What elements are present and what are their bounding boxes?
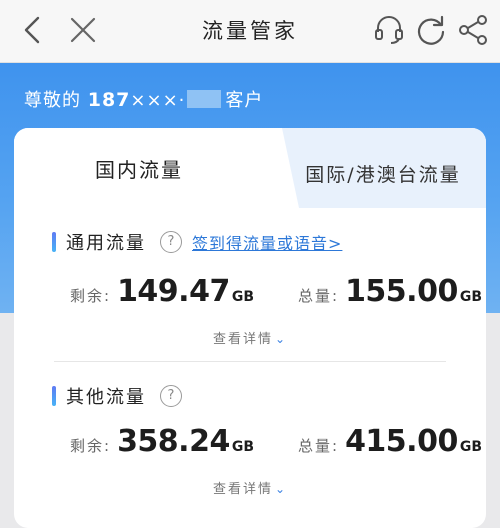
- tab-label: 国内流量: [95, 158, 183, 182]
- view-details-other[interactable]: 查看详情 ⌄: [14, 478, 486, 497]
- remaining-unit: GB: [231, 289, 255, 305]
- checkin-promo-link[interactable]: 签到得流量或语音>: [192, 230, 342, 254]
- chevron-down-icon: ⌄: [274, 332, 288, 346]
- headset-icon[interactable]: [372, 13, 406, 47]
- tab-bar: 国际/港澳台流量 国内流量: [14, 128, 486, 208]
- remaining-value: 149.47: [117, 274, 230, 309]
- customer-greeting: 尊敬的 187×××· 客户: [24, 86, 263, 112]
- greeting-prefix: 尊敬的: [24, 90, 81, 111]
- help-icon[interactable]: ?: [160, 385, 182, 407]
- total-value: 155.00: [345, 274, 458, 309]
- total-unit: GB: [459, 439, 483, 455]
- total-other: 总量: 415.00 GB: [298, 424, 482, 459]
- remaining-unit: GB: [231, 439, 255, 455]
- section-title: 其他流量: [66, 387, 146, 408]
- refresh-icon[interactable]: [414, 13, 448, 47]
- remaining-label: 剩余:: [70, 437, 112, 455]
- data-usage-card: 国际/港澳台流量 国内流量 通用流量 ? 签到得流量或语音> 剩余: 149.47…: [14, 128, 486, 528]
- help-icon[interactable]: ?: [160, 231, 182, 253]
- remaining-value: 358.24: [117, 424, 230, 459]
- total-general: 总量: 155.00 GB: [298, 274, 482, 309]
- top-nav-bar: 流量管家: [0, 0, 500, 63]
- remaining-label: 剩余:: [70, 287, 112, 305]
- greeting-suffix: 客户: [225, 90, 264, 111]
- share-icon[interactable]: [456, 13, 490, 47]
- chevron-down-icon: ⌄: [274, 482, 288, 496]
- view-details-general[interactable]: 查看详情 ⌄: [14, 328, 486, 347]
- total-unit: GB: [459, 289, 483, 305]
- tab-label: 国际/港澳台流量: [305, 164, 461, 186]
- section-marker: [52, 232, 56, 252]
- section-header-general: 通用流量 ? 签到得流量或语音>: [52, 228, 342, 256]
- view-details-label: 查看详情: [212, 332, 273, 347]
- view-details-label: 查看详情: [212, 482, 273, 497]
- section-header-other: 其他流量 ?: [52, 382, 182, 410]
- total-label: 总量:: [298, 287, 340, 305]
- masked-digits: [187, 90, 222, 108]
- remaining-general: 剩余: 149.47 GB: [70, 274, 254, 309]
- phone-mask: ×××·: [130, 90, 186, 111]
- section-divider: [54, 361, 446, 362]
- phone-number: 187: [87, 89, 131, 111]
- total-value: 415.00: [345, 424, 458, 459]
- tab-domestic[interactable]: 国内流量: [14, 128, 264, 208]
- section-title: 通用流量: [66, 233, 146, 254]
- section-marker: [52, 386, 56, 406]
- total-label: 总量:: [298, 437, 340, 455]
- remaining-other: 剩余: 358.24 GB: [70, 424, 254, 459]
